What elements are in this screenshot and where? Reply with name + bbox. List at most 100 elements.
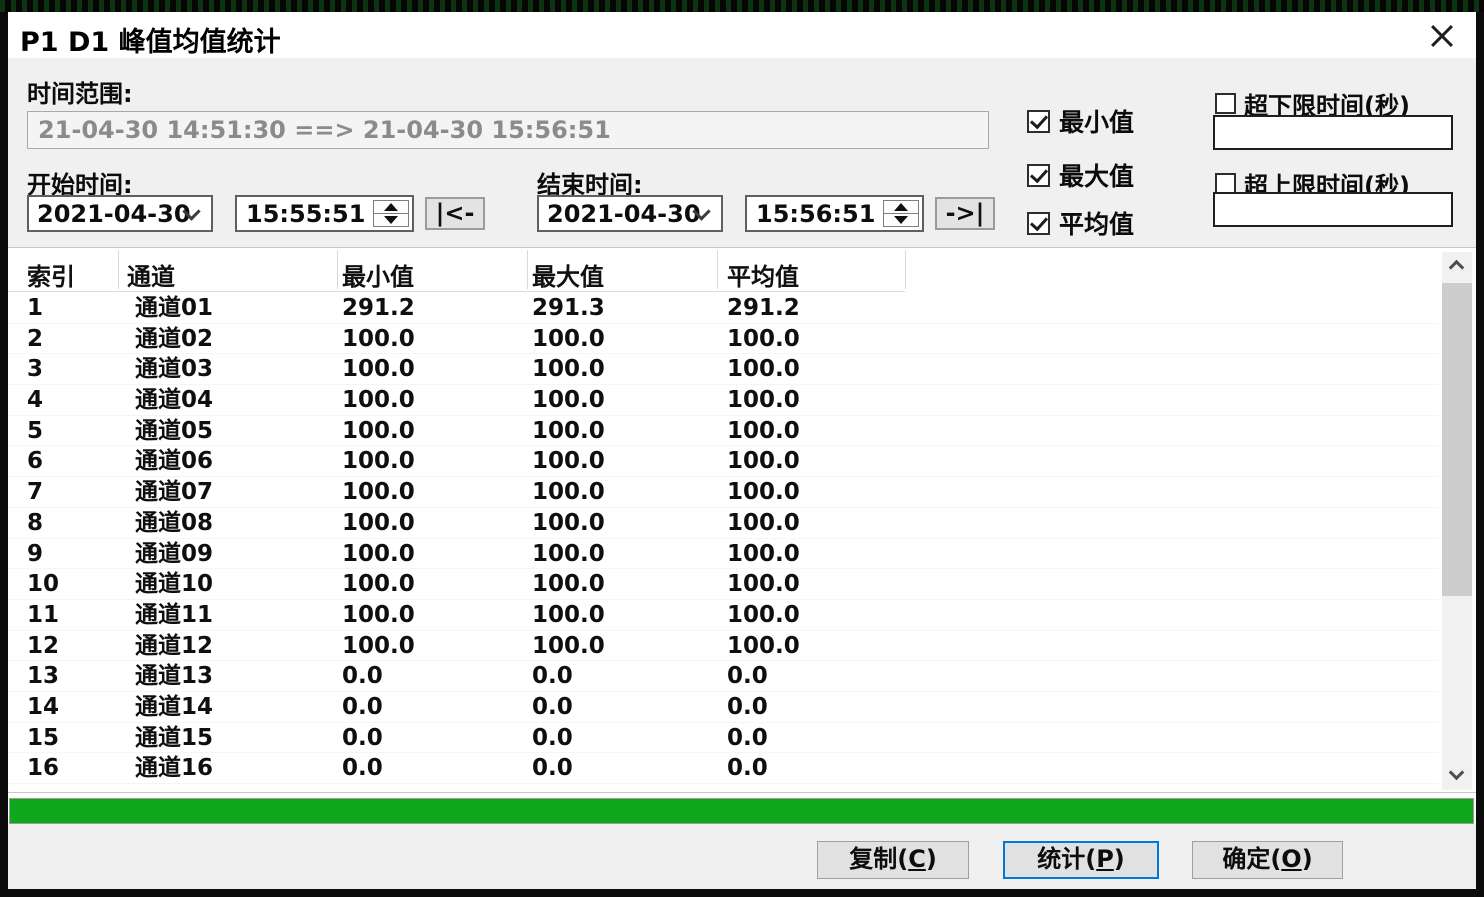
table-cell: 0.0 bbox=[342, 754, 383, 783]
upper-limit-input[interactable] bbox=[1213, 192, 1453, 227]
seek-start-button[interactable]: |<- bbox=[425, 197, 485, 230]
table-cell: 100.0 bbox=[727, 478, 800, 507]
table-row[interactable]: 12通道12100.0100.0100.0 bbox=[8, 631, 1438, 662]
avg-value-option[interactable]: 平均值 bbox=[1027, 205, 1134, 241]
upper-limit-checkbox[interactable] bbox=[1215, 173, 1236, 194]
table-row[interactable]: 7通道07100.0100.0100.0 bbox=[8, 477, 1438, 508]
avg-value-checkbox[interactable] bbox=[1027, 212, 1050, 235]
table-cell: 6 bbox=[27, 447, 43, 476]
start-date-combobox[interactable]: 2021-04-30 bbox=[27, 195, 213, 232]
dialog-title: P1 D1 峰值均值统计 bbox=[20, 20, 281, 59]
table-cell: 13 bbox=[27, 662, 59, 691]
table-row[interactable]: 5通道05100.0100.0100.0 bbox=[8, 416, 1438, 447]
table-cell: 通道03 bbox=[135, 355, 213, 384]
end-date-combobox[interactable]: 2021-04-30 bbox=[537, 195, 723, 232]
table-cell: 100.0 bbox=[532, 325, 605, 354]
table-cell: 0.0 bbox=[342, 693, 383, 722]
table-row[interactable]: 14通道140.00.00.0 bbox=[8, 692, 1438, 723]
control-panel: 时间范围: 21-04-30 14:51:30 ==> 21-04-30 15:… bbox=[8, 58, 1476, 247]
table-cell: 0.0 bbox=[727, 693, 768, 722]
start-time-spinner[interactable]: 15:55:51 bbox=[235, 195, 414, 232]
max-value-checkbox[interactable] bbox=[1027, 164, 1050, 187]
spin-down-icon[interactable] bbox=[374, 213, 408, 226]
table-cell: 11 bbox=[27, 601, 59, 630]
table-row[interactable]: 10通道10100.0100.0100.0 bbox=[8, 569, 1438, 600]
statistics-dialog: P1 D1 峰值均值统计 时间范围: 21-04-30 14:51:30 ==>… bbox=[8, 12, 1476, 889]
scroll-down-icon[interactable] bbox=[1442, 762, 1472, 790]
table-cell: 100.0 bbox=[342, 417, 415, 446]
close-icon[interactable] bbox=[1422, 17, 1462, 55]
table-cell: 100.0 bbox=[532, 509, 605, 538]
spin-up-icon[interactable] bbox=[374, 201, 408, 213]
start-date-value: 2021-04-30 bbox=[37, 198, 191, 231]
table-cell: 通道05 bbox=[135, 417, 213, 446]
lower-limit-checkbox[interactable] bbox=[1215, 93, 1236, 114]
column-header-min[interactable]: 最小值 bbox=[342, 257, 414, 292]
end-time-value: 15:56:51 bbox=[756, 198, 875, 231]
table-cell: 100.0 bbox=[532, 417, 605, 446]
table-row[interactable]: 3通道03100.0100.0100.0 bbox=[8, 354, 1438, 385]
table-cell: 100.0 bbox=[727, 632, 800, 661]
table-cell: 通道10 bbox=[135, 570, 213, 599]
table-cell: 100.0 bbox=[342, 540, 415, 569]
table-row[interactable]: 11通道11100.0100.0100.0 bbox=[8, 600, 1438, 631]
table-cell: 100.0 bbox=[532, 601, 605, 630]
vertical-scrollbar[interactable] bbox=[1442, 252, 1472, 790]
table-row[interactable]: 6通道06100.0100.0100.0 bbox=[8, 446, 1438, 477]
table-cell: 0.0 bbox=[532, 693, 573, 722]
table-cell: 100.0 bbox=[727, 570, 800, 599]
table-row[interactable]: 8通道08100.0100.0100.0 bbox=[8, 508, 1438, 539]
table-cell: 15 bbox=[27, 724, 59, 753]
table-cell: 100.0 bbox=[342, 570, 415, 599]
table-cell: 通道06 bbox=[135, 447, 213, 476]
table-cell: 9 bbox=[27, 540, 43, 569]
table-cell: 100.0 bbox=[727, 447, 800, 476]
time-range-field: 21-04-30 14:51:30 ==> 21-04-30 15:56:51 bbox=[27, 111, 989, 149]
background-strip bbox=[0, 0, 1484, 12]
spin-up-icon[interactable] bbox=[884, 201, 918, 213]
table-row[interactable]: 13通道130.00.00.0 bbox=[8, 661, 1438, 692]
table-cell: 0.0 bbox=[727, 724, 768, 753]
spinner-buttons bbox=[373, 200, 409, 227]
table-row[interactable]: 1通道01291.2291.3291.2 bbox=[8, 293, 1438, 324]
table-row[interactable]: 16通道160.00.00.0 bbox=[8, 753, 1438, 784]
scroll-up-icon[interactable] bbox=[1442, 252, 1472, 280]
start-time-value: 15:55:51 bbox=[246, 198, 365, 231]
copy-button[interactable]: 复制(C) bbox=[817, 841, 969, 879]
max-value-option[interactable]: 最大值 bbox=[1027, 157, 1134, 193]
table-cell: 0.0 bbox=[532, 724, 573, 753]
max-value-label: 最大值 bbox=[1059, 157, 1134, 193]
column-header-index[interactable]: 索引 bbox=[27, 257, 75, 292]
table-cell: 通道15 bbox=[135, 724, 213, 753]
min-value-checkbox[interactable] bbox=[1027, 110, 1050, 133]
spin-down-icon[interactable] bbox=[884, 213, 918, 226]
table-cell: 100.0 bbox=[727, 355, 800, 384]
table-cell: 100.0 bbox=[532, 632, 605, 661]
table-row[interactable]: 4通道04100.0100.0100.0 bbox=[8, 385, 1438, 416]
table-cell: 100.0 bbox=[342, 386, 415, 415]
min-value-option[interactable]: 最小值 bbox=[1027, 103, 1134, 139]
scrollbar-thumb[interactable] bbox=[1442, 283, 1472, 596]
table-cell: 通道08 bbox=[135, 509, 213, 538]
table-cell: 100.0 bbox=[727, 325, 800, 354]
lower-limit-input[interactable] bbox=[1213, 115, 1453, 150]
header-separator bbox=[337, 250, 338, 289]
table-cell: 0.0 bbox=[727, 662, 768, 691]
ok-button[interactable]: 确定(O) bbox=[1192, 841, 1343, 879]
column-header-channel[interactable]: 通道 bbox=[127, 257, 175, 292]
column-header-max[interactable]: 最大值 bbox=[532, 257, 604, 292]
table-cell: 2 bbox=[27, 325, 43, 354]
statistics-button[interactable]: 统计(P) bbox=[1003, 841, 1159, 879]
end-time-spinner[interactable]: 15:56:51 bbox=[745, 195, 924, 232]
table-cell: 100.0 bbox=[532, 478, 605, 507]
table-row[interactable]: 15通道150.00.00.0 bbox=[8, 723, 1438, 754]
table-cell: 100.0 bbox=[342, 478, 415, 507]
table-cell: 100.0 bbox=[532, 570, 605, 599]
header-underline bbox=[8, 291, 905, 292]
seek-end-button[interactable]: ->| bbox=[935, 197, 995, 230]
table-cell: 7 bbox=[27, 478, 43, 507]
table-row[interactable]: 9通道09100.0100.0100.0 bbox=[8, 539, 1438, 570]
column-header-avg[interactable]: 平均值 bbox=[727, 257, 799, 292]
table-row[interactable]: 2通道02100.0100.0100.0 bbox=[8, 324, 1438, 355]
table-cell: 4 bbox=[27, 386, 43, 415]
